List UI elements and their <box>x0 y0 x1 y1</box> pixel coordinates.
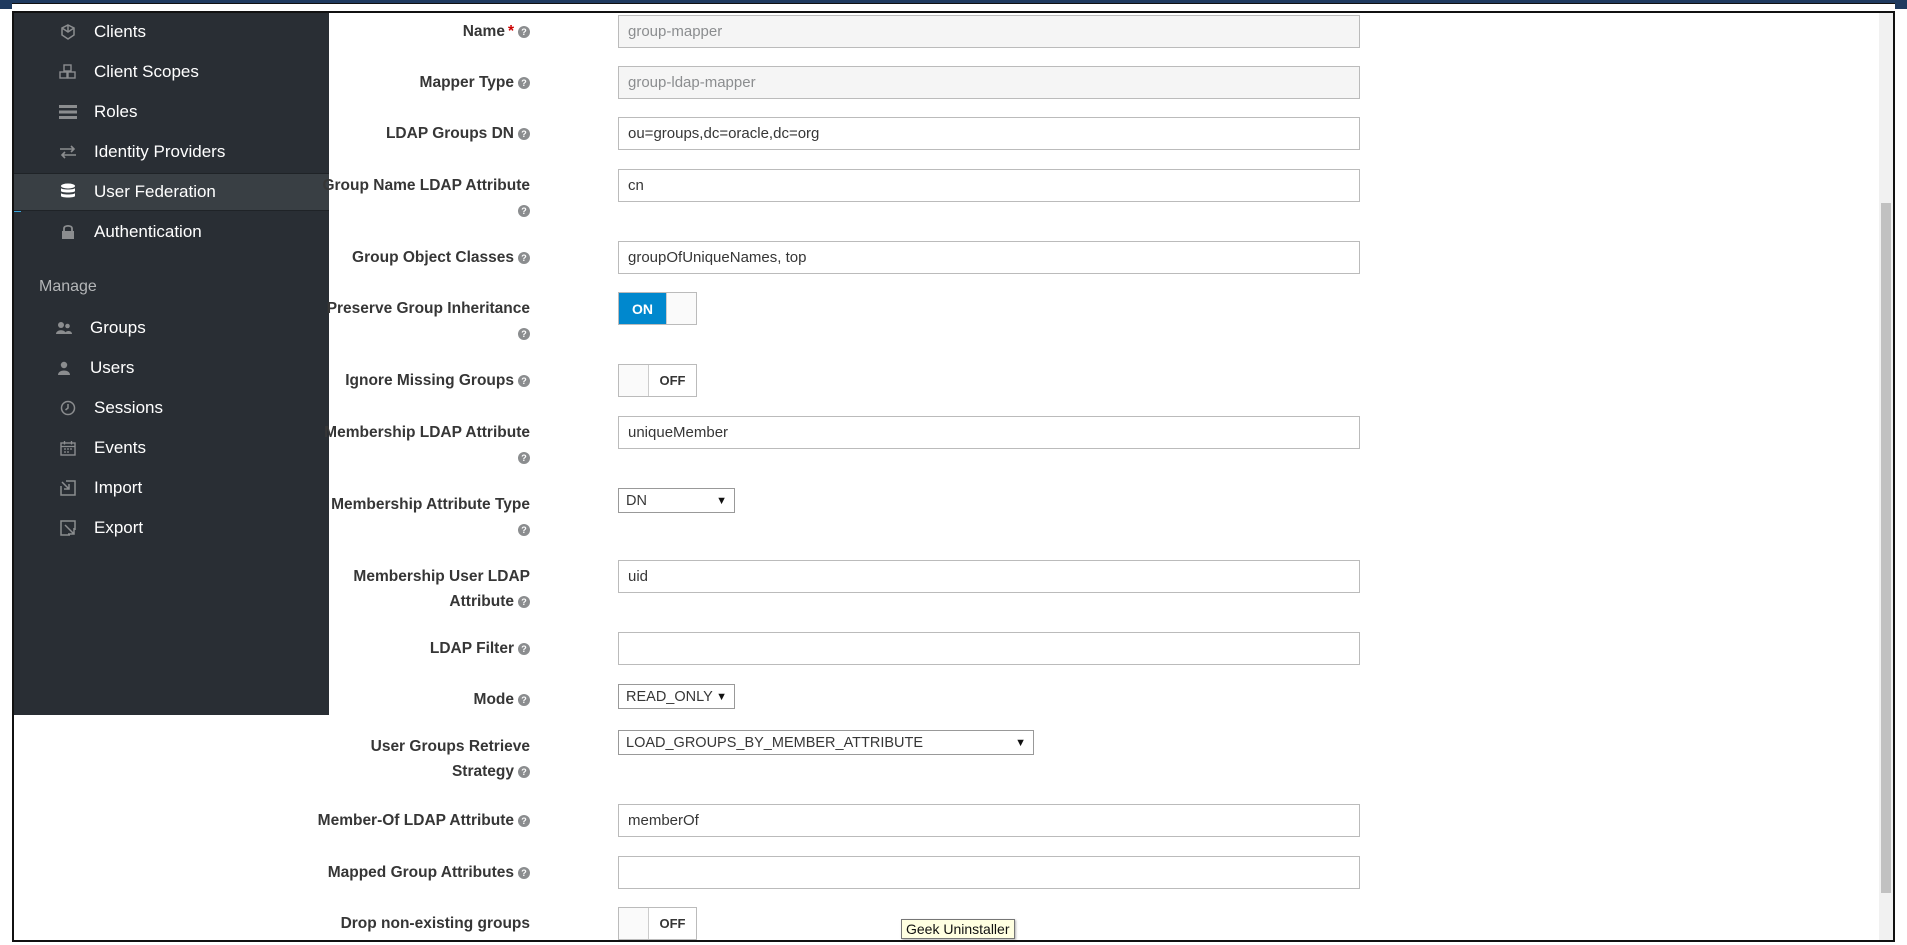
user-icon <box>52 358 76 378</box>
window-top-band <box>0 0 1907 10</box>
cubes-icon <box>56 62 80 82</box>
help-icon[interactable]: ? <box>518 25 530 38</box>
help-icon[interactable]: ? <box>518 127 530 140</box>
help-icon[interactable]: ? <box>518 642 530 655</box>
help-icon[interactable]: ? <box>518 866 530 879</box>
ignore-missing-label: Ignore Missing Groups? <box>270 368 530 393</box>
ldap-groups-dn-field[interactable]: ou=groups,dc=oracle,dc=org <box>618 117 1360 150</box>
retrieve-strategy-label: User Groups Retrieve Strategy? <box>370 738 530 780</box>
mapper-type-label: Mapper Type? <box>270 70 530 95</box>
ldap-filter-label: LDAP Filter? <box>270 636 530 661</box>
users-icon <box>52 318 76 338</box>
membership-user-attr-field[interactable]: uid <box>618 560 1360 593</box>
retrieve-strategy-select[interactable]: LOAD_GROUPS_BY_MEMBER_ATTRIBUTE ▼ <box>618 730 1034 755</box>
help-icon[interactable]: ? <box>518 595 530 608</box>
help-icon[interactable]: ? <box>518 204 530 217</box>
sidebar-item-label: Export <box>94 518 144 537</box>
sidebar-item-label: Identity Providers <box>94 142 226 161</box>
mode-select[interactable]: READ_ONLY ▼ <box>618 684 735 709</box>
sidebar-item-label: User Federation <box>94 182 216 201</box>
mapper-type-field[interactable]: group-ldap-mapper <box>618 66 1360 99</box>
lock-icon <box>56 222 80 242</box>
calendar-icon <box>56 438 80 458</box>
help-icon[interactable]: ? <box>518 693 530 706</box>
chevron-down-icon: ▼ <box>716 690 727 703</box>
taskbar-tooltip: Geek Uninstaller <box>901 919 1015 939</box>
membership-attr-type-select[interactable]: DN ▼ <box>618 488 735 513</box>
sidebar-item-label: Events <box>94 438 146 457</box>
ldap-groups-dn-label: LDAP Groups DN? <box>270 121 530 146</box>
membership-user-attr-label: Membership User LDAP Attribute? <box>353 568 530 610</box>
group-name-attr-label: Group Name LDAP Attribute? <box>322 177 530 217</box>
help-icon[interactable]: ? <box>518 76 530 89</box>
preserve-inheritance-label: Preserve Group Inheritance? <box>326 300 530 340</box>
member-of-attr-label: Member-Of LDAP Attribute? <box>270 808 530 833</box>
name-label: Name *? <box>270 19 530 44</box>
help-icon[interactable]: ? <box>518 765 530 778</box>
scrollbar[interactable] <box>1879 13 1893 940</box>
membership-attr-field[interactable]: uniqueMember <box>618 416 1360 449</box>
app-frame: Clients Client Scopes Roles Identity Pro… <box>12 11 1895 942</box>
chevron-down-icon: ▼ <box>1015 736 1026 749</box>
exchange-icon <box>56 142 80 162</box>
membership-attr-type-label: Membership Attribute Type? <box>331 496 530 536</box>
ldap-filter-field[interactable] <box>618 632 1360 665</box>
name-field[interactable]: group-mapper <box>618 15 1360 48</box>
help-icon[interactable]: ? <box>518 451 530 464</box>
list-icon <box>56 102 80 122</box>
drop-non-existing-toggle[interactable]: OFF <box>618 907 697 940</box>
scrollbar-thumb[interactable] <box>1881 203 1891 893</box>
database-icon <box>56 182 80 202</box>
group-object-classes-label: Group Object Classes? <box>270 245 530 270</box>
mapped-group-attrs-field[interactable] <box>618 856 1360 889</box>
membership-attr-label: Membership LDAP Attribute? <box>324 424 530 464</box>
sidebar-section-manage: Manage <box>39 278 97 295</box>
sidebar-item-label: Authentication <box>94 222 202 241</box>
sidebar-item-label: Import <box>94 478 143 497</box>
help-icon[interactable]: ? <box>518 374 530 387</box>
group-object-classes-field[interactable]: groupOfUniqueNames, top <box>618 241 1360 274</box>
help-icon[interactable]: ? <box>518 251 530 264</box>
help-icon[interactable]: ? <box>518 523 530 536</box>
clock-icon <box>56 398 80 418</box>
sidebar-item-label: Groups <box>90 318 146 337</box>
cube-icon <box>56 22 80 42</box>
export-icon <box>56 518 80 538</box>
sidebar-item-label: Sessions <box>94 398 163 417</box>
preserve-inheritance-toggle[interactable]: ON <box>618 292 697 325</box>
ignore-missing-toggle[interactable]: OFF <box>618 364 697 397</box>
import-icon <box>56 478 80 498</box>
sidebar-item-label: Users <box>90 358 135 377</box>
help-icon[interactable]: ? <box>518 814 530 827</box>
sidebar-item-label: Client Scopes <box>94 62 199 81</box>
drop-non-existing-label: Drop non-existing groups <box>340 915 530 932</box>
chevron-down-icon: ▼ <box>716 494 727 507</box>
member-of-attr-field[interactable]: memberOf <box>618 804 1360 837</box>
group-name-attr-field[interactable]: cn <box>618 169 1360 202</box>
help-icon[interactable]: ? <box>518 327 530 340</box>
mapped-group-attrs-label: Mapped Group Attributes? <box>270 860 530 885</box>
mode-label: Mode? <box>270 687 530 712</box>
sidebar-item-label: Clients <box>94 22 146 41</box>
sidebar-item-label: Roles <box>94 102 138 121</box>
